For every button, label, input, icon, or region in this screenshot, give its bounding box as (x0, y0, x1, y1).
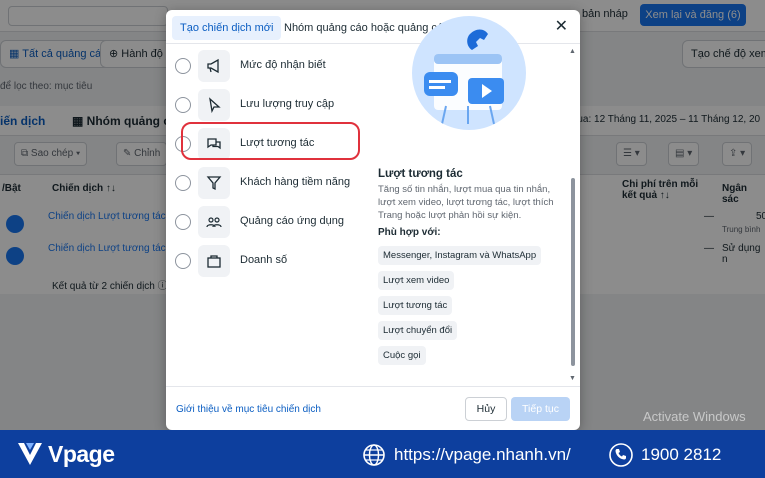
scrollbar-thumb[interactable] (571, 178, 575, 366)
chip-conversions: Lượt chuyển đổi (378, 321, 458, 340)
cursor-icon (198, 89, 230, 121)
dialog-footer: Giới thiệu về mục tiêu chiến dịch Hủy Ti… (166, 386, 580, 430)
funnel-icon (198, 167, 230, 199)
dialog-header: Tạo chiến dịch mới Nhóm quảng cáo hoặc q… (166, 10, 580, 44)
chip-messenger: Messenger, Instagram và WhatsApp (378, 246, 542, 265)
suited-for-heading: Phù hợp với: (378, 227, 441, 238)
engagement-illustration (412, 16, 526, 130)
vpage-logo: Vpage (16, 438, 115, 470)
brand-name: Vpage (48, 440, 115, 467)
megaphone-icon (198, 50, 230, 82)
windows-watermark: Activate Windows (643, 409, 746, 424)
radio-button[interactable] (175, 97, 191, 113)
objective-awareness[interactable]: Mức độ nhận biết (166, 48, 366, 84)
continue-button[interactable]: Tiếp tục (511, 397, 570, 421)
hotline[interactable]: 1900 2812 (609, 443, 721, 467)
scroll-up-icon[interactable]: ▲ (569, 48, 576, 55)
chip-video-views: Lượt xem video (378, 271, 455, 290)
detail-description: Tăng số tin nhắn, lượt mua qua tin nhắn,… (378, 184, 554, 221)
objective-app-promotion[interactable]: Quảng cáo ứng dụng (166, 204, 366, 240)
vpage-logo-icon (18, 443, 42, 465)
tab-new-campaign[interactable]: Tạo chiến dịch mới (172, 16, 282, 40)
radio-button[interactable] (175, 58, 191, 74)
objective-sales[interactable]: Doanh số (166, 243, 366, 279)
chip-calls: Cuộc gọi (378, 346, 426, 365)
close-icon[interactable]: ✕ (555, 16, 568, 38)
objective-label: Lưu lượng truy cập (240, 98, 335, 110)
objective-label: Quảng cáo ứng dụng (240, 215, 345, 227)
chip-engagement: Lượt tương tác (378, 296, 453, 315)
detail-title: Lượt tương tác (378, 168, 463, 180)
create-campaign-dialog: Tạo chiến dịch mới Nhóm quảng cáo hoặc q… (166, 10, 580, 430)
vpage-banner: Vpage https://vpage.nhanh.vn/ 1900 2812 (0, 430, 765, 478)
selection-highlight (181, 122, 360, 160)
cancel-button[interactable]: Hủy (465, 397, 507, 421)
objective-detail: Lượt tương tác Tăng số tin nhắn, lượt mu… (378, 168, 558, 238)
shopping-bag-icon (198, 245, 230, 277)
people-icon (198, 206, 230, 238)
url-text: https://vpage.nhanh.vn/ (394, 445, 571, 464)
objective-label: Khách hàng tiềm năng (240, 176, 351, 188)
objective-leads[interactable]: Khách hàng tiềm năng (166, 165, 366, 201)
globe-icon (363, 444, 385, 466)
radio-button[interactable] (175, 214, 191, 230)
phone-number: 1900 2812 (641, 445, 722, 464)
objective-label: Doanh số (240, 254, 288, 266)
objectives-info-link[interactable]: Giới thiệu về mục tiêu chiến dịch (176, 404, 321, 415)
website-url[interactable]: https://vpage.nhanh.vn/ (362, 443, 571, 467)
radio-button[interactable] (175, 175, 191, 191)
scroll-down-icon[interactable]: ▼ (569, 375, 576, 382)
radio-button[interactable] (175, 253, 191, 269)
objective-label: Mức độ nhận biết (240, 59, 326, 71)
phone-icon (609, 443, 633, 467)
objective-traffic[interactable]: Lưu lượng truy cập (166, 87, 366, 123)
